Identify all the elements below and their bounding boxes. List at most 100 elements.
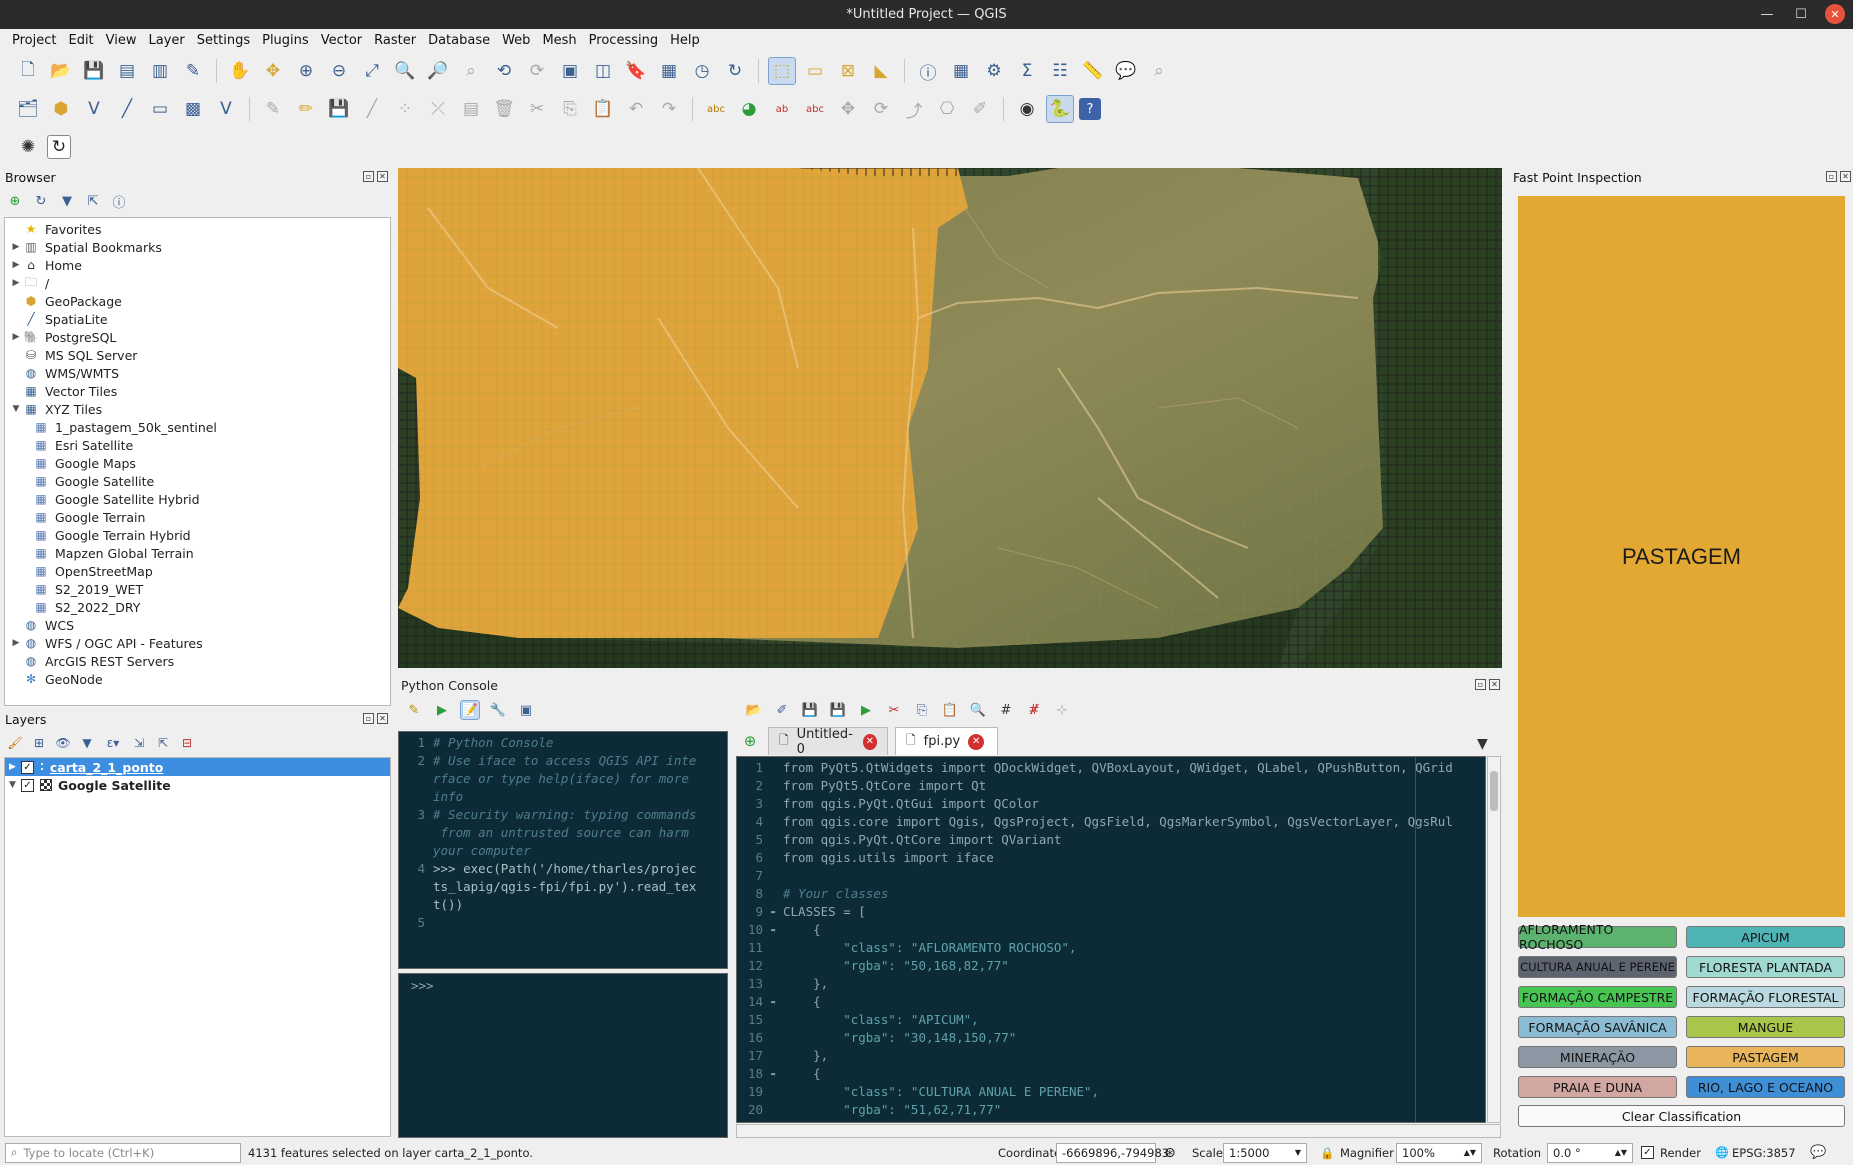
- layer-name[interactable]: Google Satellite: [58, 778, 171, 793]
- float-icon[interactable]: ▫: [363, 171, 374, 182]
- fold-marker-icon[interactable]: ▬: [771, 921, 783, 939]
- fpi-plugin-icon[interactable]: ✺: [14, 133, 42, 161]
- open-external-icon[interactable]: ✐: [772, 700, 792, 720]
- class-button[interactable]: FORMAÇÃO SAVÂNICA: [1518, 1016, 1677, 1038]
- menu-edit[interactable]: Edit: [62, 31, 99, 50]
- browser-item[interactable]: ◍ WCS: [5, 616, 390, 634]
- browser-item[interactable]: ▦ Mapzen Global Terrain: [5, 544, 390, 562]
- locator-icon[interactable]: ⌕: [1145, 57, 1173, 85]
- show-editor-icon[interactable]: 📝: [460, 700, 480, 720]
- paste-icon[interactable]: 📋: [940, 700, 960, 720]
- class-button[interactable]: FORMAÇÃO CAMPESTRE: [1518, 986, 1677, 1008]
- close-panel-icon[interactable]: ✕: [1840, 171, 1851, 182]
- class-button[interactable]: AFLORAMENTO ROCHOSO: [1518, 922, 1677, 952]
- close-panel-icon[interactable]: ✕: [1489, 679, 1500, 690]
- open-project-icon[interactable]: 📂: [47, 57, 75, 85]
- expand-arrow-icon[interactable]: ▶: [9, 762, 21, 772]
- open-table-icon[interactable]: ☷: [1046, 57, 1074, 85]
- browser-item[interactable]: ▦ Google Satellite: [5, 472, 390, 490]
- zoom-in-icon[interactable]: ⊕: [292, 57, 320, 85]
- class-button[interactable]: MANGUE: [1686, 1016, 1845, 1038]
- menu-mesh[interactable]: Mesh: [536, 31, 582, 50]
- layer-checkbox[interactable]: ✓: [21, 760, 34, 774]
- open-script-icon[interactable]: 📂: [744, 700, 764, 720]
- clear-console-icon[interactable]: ✎: [404, 700, 424, 720]
- toggle-editing-icon[interactable]: ✏: [292, 95, 320, 123]
- redo-icon[interactable]: ↷: [655, 95, 683, 123]
- fold-marker-icon[interactable]: [771, 777, 783, 795]
- new-3d-view-icon[interactable]: ◫: [589, 57, 617, 85]
- new-project-icon[interactable]: 🗋: [14, 57, 42, 85]
- object-inspector-icon[interactable]: ⊹: [1052, 700, 1072, 720]
- undo-icon[interactable]: ↶: [622, 95, 650, 123]
- layer-row[interactable]: ▼ ✓ Google Satellite: [5, 776, 390, 794]
- add-selected-icon[interactable]: ⊕: [6, 192, 24, 210]
- show-bookmarks-icon[interactable]: ▦: [655, 57, 683, 85]
- collapse-all-icon[interactable]: ⇱: [84, 192, 102, 210]
- select-features-icon[interactable]: ⬚: [768, 57, 796, 85]
- browser-item[interactable]: ▦ S2_2019_WET: [5, 580, 390, 598]
- browser-item[interactable]: ▶ ◍ WFS / OGC API - Features: [5, 634, 390, 652]
- rotation-spinbox[interactable]: 0.0 ° ▲▼: [1547, 1142, 1633, 1163]
- digitize-icon[interactable]: ╱: [358, 95, 386, 123]
- close-panel-icon[interactable]: ✕: [377, 713, 388, 724]
- find-icon[interactable]: 🔍: [968, 700, 988, 720]
- class-button[interactable]: FLORESTA PLANTADA: [1686, 956, 1845, 978]
- menu-view[interactable]: View: [100, 31, 143, 50]
- copy-features-icon[interactable]: ⎘: [556, 95, 584, 123]
- browser-item[interactable]: ◍ WMS/WMTS: [5, 364, 390, 382]
- browser-item[interactable]: ▶ 🗀 /: [5, 274, 390, 292]
- menu-settings[interactable]: Settings: [191, 31, 256, 50]
- browser-item[interactable]: ⛁ MS SQL Server: [5, 346, 390, 364]
- class-button[interactable]: FORMAÇÃO FLORESTAL: [1686, 986, 1845, 1008]
- browser-item[interactable]: ▦ OpenStreetMap: [5, 562, 390, 580]
- browser-item[interactable]: ▦ Google Maps: [5, 454, 390, 472]
- new-layout-icon[interactable]: ▤: [113, 57, 141, 85]
- menu-help[interactable]: Help: [664, 31, 706, 50]
- class-button[interactable]: RIO, LAGO E OCEANO: [1686, 1076, 1845, 1098]
- processing-toolbox-icon[interactable]: ⚙: [980, 57, 1008, 85]
- browser-item[interactable]: ▦ 1_pastagem_50k_sentinel: [5, 418, 390, 436]
- browser-item[interactable]: ★ Favorites: [5, 220, 390, 238]
- style-manager-icon[interactable]: ✎: [179, 57, 207, 85]
- expand-arrow-icon[interactable]: ▼: [9, 780, 21, 790]
- editor-scrollbar[interactable]: [1487, 756, 1501, 1123]
- fold-marker-icon[interactable]: [771, 813, 783, 831]
- crs-globe-icon[interactable]: 🌐: [1715, 1146, 1729, 1159]
- refresh-browser-icon[interactable]: ↻: [32, 192, 50, 210]
- label-props-icon[interactable]: ⎔: [933, 95, 961, 123]
- menu-project[interactable]: Project: [6, 31, 62, 50]
- fold-marker-icon[interactable]: [771, 1047, 783, 1065]
- fold-marker-icon[interactable]: [771, 831, 783, 849]
- add-virtual-layer-icon[interactable]: V: [212, 95, 240, 123]
- new-tab-icon[interactable]: ⊕: [740, 731, 760, 751]
- zoom-native-icon[interactable]: ⌕: [457, 57, 485, 85]
- add-wms-icon[interactable]: ▩: [179, 95, 207, 123]
- temporal-controller-icon[interactable]: ◷: [688, 57, 716, 85]
- label-icon[interactable]: abc: [702, 95, 730, 123]
- save-edits-icon[interactable]: 💾: [325, 95, 353, 123]
- save-script-icon[interactable]: 💾: [800, 700, 820, 720]
- tab-list-icon[interactable]: ▼: [1477, 736, 1488, 752]
- fold-marker-icon[interactable]: ▬: [771, 993, 783, 1011]
- properties-icon[interactable]: ⓘ: [110, 192, 128, 211]
- select-location-icon[interactable]: ◣: [867, 57, 895, 85]
- layout-manager-icon[interactable]: ▥: [146, 57, 174, 85]
- fold-marker-icon[interactable]: [771, 1101, 783, 1119]
- fold-marker-icon[interactable]: [771, 867, 783, 885]
- editor-hscrollbar[interactable]: [736, 1124, 1501, 1138]
- data-source-manager-icon[interactable]: 🗂: [14, 95, 42, 123]
- move-label-icon[interactable]: ✥: [834, 95, 862, 123]
- add-group-icon[interactable]: ⊞: [30, 734, 48, 752]
- fold-marker-icon[interactable]: [771, 885, 783, 903]
- browser-item[interactable]: ▼ ▦ XYZ Tiles: [5, 400, 390, 418]
- lock-scale-icon[interactable]: 🔒: [1320, 1146, 1334, 1160]
- zoom-out-icon[interactable]: ⊖: [325, 57, 353, 85]
- tab-untitled[interactable]: 🗋 Untitled-0 ✕: [768, 727, 888, 757]
- render-checkbox[interactable]: ✓: [1641, 1146, 1654, 1159]
- uncomment-icon[interactable]: #̸: [1024, 700, 1044, 720]
- expand-arrow-icon[interactable]: ▶: [9, 332, 23, 342]
- expand-arrow-icon[interactable]: ▼: [9, 404, 23, 414]
- paste-features-icon[interactable]: 📋: [589, 95, 617, 123]
- menu-database[interactable]: Database: [422, 31, 496, 50]
